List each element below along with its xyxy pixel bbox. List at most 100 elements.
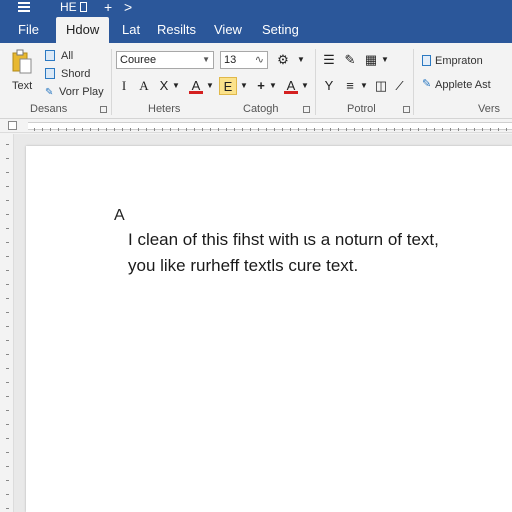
ruler-tick <box>6 214 9 215</box>
ruler-tick <box>6 480 9 481</box>
clipboard-launcher-icon[interactable] <box>100 106 107 113</box>
ruler-tick <box>202 128 203 131</box>
ruler-tick <box>6 186 9 187</box>
chevron-right-icon[interactable]: > <box>124 0 132 15</box>
ruler-tick <box>290 128 291 131</box>
ruler-tick <box>90 128 91 131</box>
style-empraton[interactable]: Empraton <box>420 53 512 69</box>
ruler-tick <box>34 128 35 131</box>
add-button[interactable]: + <box>254 77 268 95</box>
font-size-select[interactable]: 13 ∿ <box>220 51 268 69</box>
document-box-icon <box>79 2 87 12</box>
ruler-tick <box>378 128 379 131</box>
style-empraton-label: Empraton <box>435 55 483 67</box>
ruler-tick <box>418 128 419 131</box>
ruler-tick <box>98 128 99 131</box>
text-color-dropdown[interactable]: ▼ <box>300 77 310 95</box>
ruler-tick <box>450 128 451 131</box>
clear-format-dropdown[interactable]: ▼ <box>171 77 181 95</box>
numbered-list-icon: ▦ <box>364 52 378 67</box>
numbering-button[interactable]: ▦ <box>362 51 380 69</box>
align-center-icon: ≡ <box>346 78 354 93</box>
vertical-ruler <box>0 134 14 512</box>
clear-format-button[interactable]: X <box>157 77 171 95</box>
tab-setting[interactable]: Seting <box>258 17 303 43</box>
gear-icon: ⚙ <box>277 52 289 67</box>
font-name-select[interactable]: Couree ▼ <box>116 51 214 69</box>
ruler-tick <box>482 128 483 131</box>
clipboard-group-label: Desans <box>30 103 68 115</box>
line-spacing-button[interactable]: ∕ <box>393 77 407 95</box>
ruler-tick <box>6 228 9 229</box>
numbering-dropdown[interactable]: ▼ <box>380 51 390 69</box>
italic-button[interactable]: A <box>136 77 152 95</box>
paste-icon <box>12 49 32 74</box>
styles-group-label: Vers <box>478 103 501 115</box>
tab-stop-selector[interactable] <box>8 121 17 130</box>
catogh-group-label: Catogh <box>243 103 279 115</box>
clipboard-item-shord[interactable]: Shord <box>45 67 105 81</box>
ruler-tick <box>42 128 43 131</box>
clipboard-item-vorr-play[interactable]: ✎ Vorr Play <box>45 85 107 99</box>
highlight-dropdown[interactable]: ▼ <box>239 77 249 95</box>
paragraph-group-label: Potrol <box>347 103 376 115</box>
edit-button[interactable]: ✎ <box>341 51 359 69</box>
style-applete-ast[interactable]: ✎ Applete Ast <box>420 77 512 93</box>
font-group-label: Heters <box>148 103 181 115</box>
tab-home[interactable]: Hdow <box>56 17 110 43</box>
highlight-button[interactable]: E <box>219 77 237 95</box>
ruler-tick <box>442 128 443 131</box>
tab-file[interactable]: File <box>14 17 43 43</box>
bullets-button[interactable]: ☰ <box>320 51 338 69</box>
chevron-down-icon: ▼ <box>269 81 277 90</box>
paste-label: Text <box>12 80 33 92</box>
ruler-tick <box>354 128 355 131</box>
ruler-tick <box>138 128 139 131</box>
cut-icon <box>45 50 55 61</box>
ruler-tick <box>6 410 9 411</box>
ruler-tick <box>250 128 251 131</box>
text-color-button[interactable]: A <box>282 77 300 95</box>
tab-results[interactable]: Resilts <box>153 17 200 43</box>
sort-button[interactable]: ◫ <box>372 77 390 95</box>
ruler-tick <box>498 128 499 131</box>
ruler-tick <box>282 128 283 131</box>
paragraph-launcher-icon[interactable] <box>403 106 410 113</box>
ruler-tick <box>186 128 187 131</box>
clipboard-item-all[interactable]: All <box>45 49 105 63</box>
align-dropdown[interactable]: ▼ <box>359 77 369 95</box>
bold-button[interactable]: I <box>117 77 131 95</box>
tab-layout[interactable]: Lat <box>118 17 144 43</box>
tab-view[interactable]: View <box>210 17 246 43</box>
font-color-button[interactable]: A <box>187 77 205 95</box>
ruler-tick <box>402 128 403 131</box>
more-options-button[interactable]: ▼ <box>294 51 308 69</box>
document-title: HE <box>60 0 87 15</box>
ruler-tick <box>274 128 275 131</box>
clipboard-item-shord-label: Shord <box>61 68 91 80</box>
ruler-tick <box>6 466 9 467</box>
hamburger-menu-icon[interactable] <box>18 2 30 14</box>
document-page[interactable]: A I clean of this fihst with ɩs a noturn… <box>26 146 512 512</box>
ribbon-separator <box>315 49 316 115</box>
ruler-tick <box>74 128 75 131</box>
add-dropdown[interactable]: ▼ <box>268 77 278 95</box>
font-launcher-icon[interactable] <box>303 106 310 113</box>
document-title-text: HE <box>60 0 77 14</box>
font-color-swatch <box>189 91 203 94</box>
ruler-tick <box>6 172 9 173</box>
font-size-value: 13 <box>224 54 237 66</box>
paste-button[interactable]: Text <box>8 47 36 93</box>
ruler-tick <box>6 326 9 327</box>
align-button[interactable]: ≡ <box>341 77 359 95</box>
font-color-dropdown[interactable]: ▼ <box>205 77 215 95</box>
new-tab-icon[interactable]: + <box>104 0 112 15</box>
y-button[interactable]: Y <box>322 77 336 95</box>
font-name-value: Couree <box>120 54 157 66</box>
ruler-tick <box>226 128 227 131</box>
chevron-down-icon: ▼ <box>206 81 214 90</box>
ruler-tick <box>6 158 9 159</box>
ruler-tick <box>58 128 59 131</box>
settings-gear-button[interactable]: ⚙ <box>272 51 294 69</box>
ruler-tick <box>6 438 9 439</box>
